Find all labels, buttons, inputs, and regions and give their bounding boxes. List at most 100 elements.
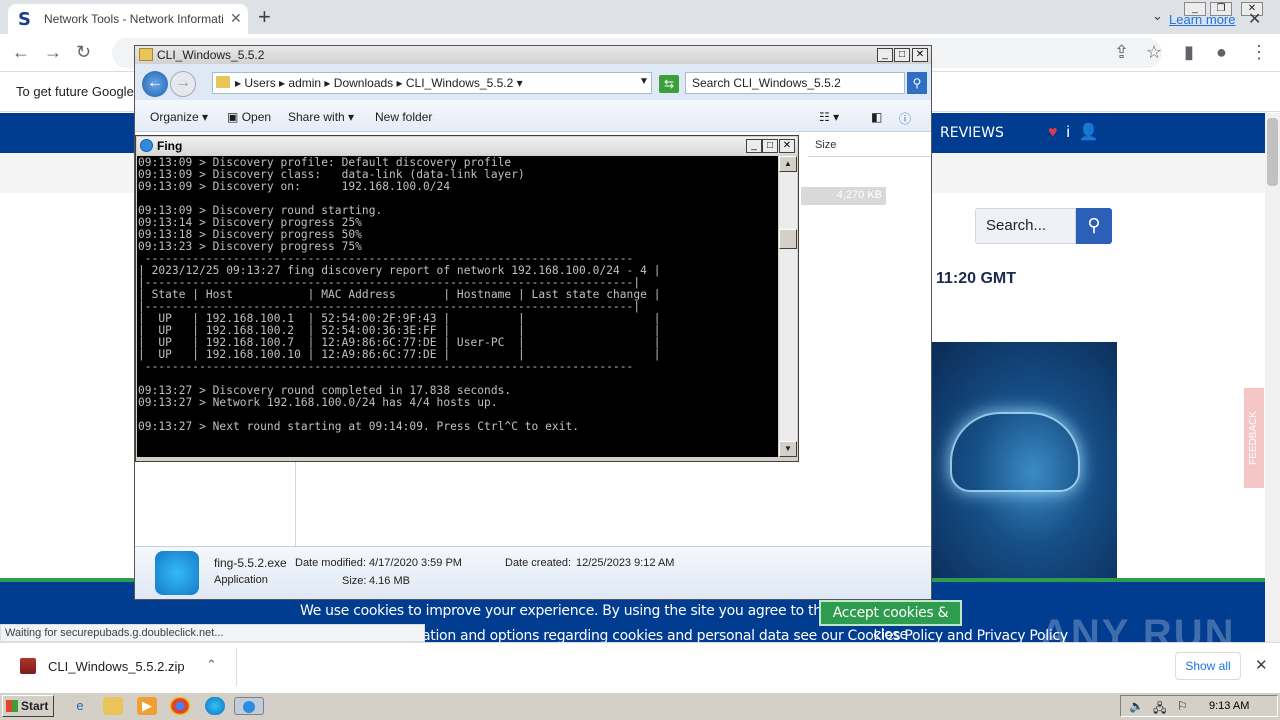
heart-icon[interactable]: ♥ (1048, 124, 1058, 141)
accept-cookies-button[interactable]: Accept cookies & close (819, 600, 962, 643)
detail-size-label: Size: (342, 575, 367, 587)
folder-icon (139, 48, 153, 61)
zip-archive-icon (20, 658, 36, 674)
detail-date-modified-label: Date modified: (295, 557, 366, 569)
tab-title: Network Tools - Network Information (44, 12, 224, 26)
scroll-up-arrow-icon[interactable]: ▲ (779, 156, 797, 172)
feedback-tab[interactable]: FEEDBACK (1244, 388, 1264, 488)
refresh-icon[interactable]: ⇆ (659, 75, 679, 93)
info-icon[interactable]: i (1066, 124, 1070, 141)
start-button[interactable]: Start (2, 695, 54, 717)
info-bar-close-icon[interactable]: ✕ (1248, 9, 1261, 29)
breadcrumb[interactable]: ▸ Users ▸ admin ▸ Downloads ▸ CLI_Window… (212, 72, 652, 94)
fing-title-bar[interactable]: Fing _ □ ✕ (137, 137, 797, 155)
share-icon[interactable]: ⇪ (1114, 42, 1129, 63)
side-panel-icon[interactable]: ▮ (1184, 42, 1194, 63)
menu-dots-icon[interactable]: ⋮ (1250, 42, 1268, 63)
console-output[interactable]: 09:13:09 > Discovery profile: Default di… (137, 156, 778, 457)
folder-icon (216, 76, 230, 88)
edge-icon[interactable] (205, 697, 225, 715)
user-icon[interactable]: 👤 (1079, 124, 1099, 141)
reload-icon[interactable]: ↻ (76, 42, 91, 63)
profile-avatar-icon[interactable]: ● (1216, 42, 1227, 63)
explorer-forward-button[interactable]: → (170, 71, 196, 97)
network-icon[interactable]: 🖧 (1153, 699, 1166, 720)
action-center-flag-icon[interactable]: ⚐ (1177, 699, 1188, 713)
help-icon[interactable]: ⓘ (899, 110, 911, 127)
file-size-cell: 4,270 KB (801, 187, 886, 205)
fing-icon (140, 139, 153, 152)
explorer-close-button[interactable]: ✕ (912, 48, 928, 62)
explorer-search-input[interactable]: Search CLI_Windows_5.5.2 (685, 72, 905, 94)
scroll-down-arrow-icon[interactable]: ▼ (779, 441, 797, 457)
fing-title: Fing (157, 139, 183, 153)
open-button[interactable]: ▣ Open (227, 110, 271, 124)
nav-reviews-link[interactable]: REVIEWS (940, 125, 1004, 141)
time-heading-fragment: 11:20 GMT (936, 270, 1017, 287)
column-size-header[interactable]: Size (815, 139, 836, 151)
taskbar-clock[interactable]: 9:13 AM (1209, 700, 1249, 712)
console-scrollbar[interactable]: ▲ ▼ (779, 156, 797, 457)
browser-tab[interactable]: S Network Tools - Network Information ✕ (8, 4, 248, 34)
tab-search-chevron-icon[interactable]: ⌄ (1152, 8, 1163, 24)
windows-logo-icon (6, 700, 18, 712)
download-item-name[interactable]: CLI_Windows_5.5.2.zip (48, 659, 185, 674)
address-history-chevron-icon[interactable]: ▼ (639, 76, 649, 87)
fing-close-button[interactable]: ✕ (779, 139, 795, 153)
search-icon: ⚲ (912, 76, 922, 90)
info-bar-text: To get future Google (16, 84, 134, 99)
site-favicon-icon: S (18, 9, 31, 30)
status-bubble: Waiting for securepubads.g.doubleclick.n… (0, 624, 425, 642)
breadcrumb-downloads[interactable]: Downloads (334, 76, 393, 90)
detail-date-created: 12/25/2023 9:12 AM (576, 557, 675, 569)
system-tray: 🔈 🖧 ⚐ (1120, 695, 1278, 717)
fing-maximize-button[interactable]: □ (762, 139, 778, 153)
download-shelf-close-icon[interactable]: ✕ (1255, 656, 1268, 674)
explorer-title-bar[interactable]: CLI_Windows_5.5.2 _ □ ✕ (135, 46, 931, 64)
page-scrollbar[interactable] (1265, 113, 1280, 643)
fing-taskbar-button[interactable] (234, 697, 264, 715)
fing-app-icon (155, 551, 199, 595)
open-icon: ▣ (227, 110, 239, 124)
site-header-icons: ♥ i 👤 (1048, 122, 1099, 142)
detail-date-created-label: Date created: (505, 557, 572, 569)
learn-more-link[interactable]: Learn more (1169, 12, 1235, 27)
site-search-input[interactable]: Search... (975, 208, 1076, 244)
detail-file-name: fing-5.5.2.exe (214, 556, 287, 570)
cloud-hero-image (930, 342, 1117, 578)
breadcrumb-users[interactable]: Users (244, 76, 275, 90)
new-tab-button[interactable]: + (258, 4, 271, 30)
detail-file-type: Application (214, 574, 268, 586)
explorer-taskbar-icon[interactable] (103, 697, 123, 715)
page-scrollbar-thumb[interactable] (1267, 118, 1278, 186)
search-icon: ⚲ (1087, 215, 1101, 235)
console-scrollbar-thumb[interactable] (779, 229, 797, 249)
share-with-menu[interactable]: Share with ▾ (288, 110, 354, 124)
console-text: 09:13:09 > Discovery profile: Default di… (138, 156, 661, 433)
explorer-maximize-button[interactable]: □ (894, 48, 910, 62)
preview-pane-icon[interactable]: ◧ (871, 110, 882, 124)
show-all-downloads-button[interactable]: Show all (1175, 652, 1241, 680)
tab-close-icon[interactable]: ✕ (230, 10, 242, 27)
site-search-button[interactable]: ⚲ (1076, 208, 1112, 244)
explorer-minimize-button[interactable]: _ (877, 48, 893, 62)
organize-menu[interactable]: Organize ▾ (150, 110, 208, 124)
back-icon[interactable]: ← (12, 42, 30, 63)
forward-icon[interactable]: → (44, 42, 62, 63)
download-shelf (0, 642, 1280, 692)
navigation-pane-divider[interactable] (295, 461, 296, 547)
media-player-icon[interactable]: ▶ (137, 697, 157, 715)
download-options-chevron-icon[interactable]: ⌃ (206, 657, 217, 673)
breadcrumb-admin[interactable]: admin (288, 76, 321, 90)
chrome-icon[interactable] (170, 697, 190, 715)
volume-icon[interactable]: 🔈 (1129, 699, 1144, 713)
fing-minimize-button[interactable]: _ (746, 139, 762, 153)
fing-console-window: Fing _ □ ✕ 09:13:09 > Discovery profile:… (135, 135, 799, 462)
explorer-search-button[interactable]: ⚲ (907, 72, 927, 94)
view-options-icon[interactable]: ☷ ▾ (819, 110, 839, 124)
bookmark-star-icon[interactable]: ☆ (1146, 42, 1162, 63)
breadcrumb-cli-windows[interactable]: CLI_Windows_5.5.2 (406, 76, 513, 90)
ie-icon[interactable]: e (70, 697, 90, 715)
new-folder-button[interactable]: New folder (375, 110, 432, 124)
explorer-back-button[interactable]: ← (142, 71, 168, 97)
